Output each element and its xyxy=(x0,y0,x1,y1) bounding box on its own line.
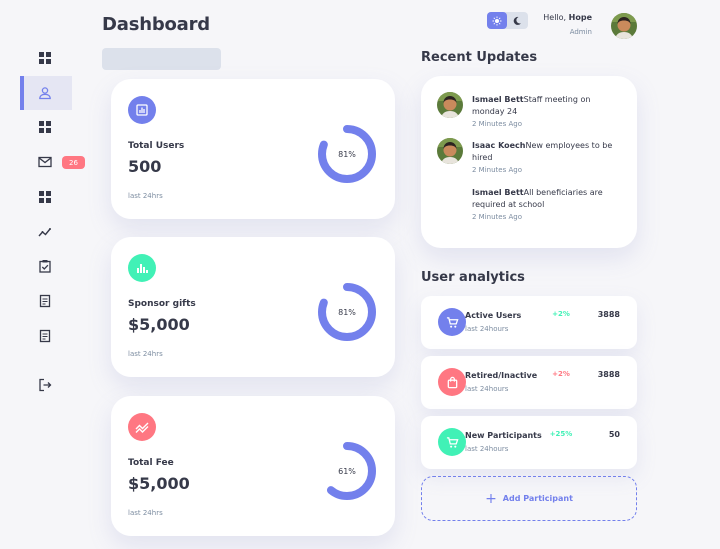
analytics-value: 3888 xyxy=(597,310,620,319)
recent-updates-panel: Ismael BettStaff meeting on monday 24 2 … xyxy=(421,76,637,248)
sidebar-item-grid-2[interactable] xyxy=(20,110,72,144)
update-text: Ismael BettStaff meeting on monday 24 xyxy=(472,94,622,118)
cart-icon xyxy=(438,428,466,456)
stat-period: last 24hrs xyxy=(128,509,163,517)
logout-icon xyxy=(39,378,52,392)
sidebar-item-reports[interactable] xyxy=(20,284,72,318)
stat-label: Total Users xyxy=(128,141,185,151)
analytics-change: +25% xyxy=(549,430,573,438)
stat-value: 500 xyxy=(128,157,162,176)
person-icon xyxy=(39,87,51,100)
sidebar-item-logout[interactable] xyxy=(20,368,72,402)
bag-icon xyxy=(438,368,466,396)
user-analytics-title: User analytics xyxy=(421,270,525,285)
analytics-change: +2% xyxy=(552,370,570,378)
grid-icon xyxy=(39,52,51,64)
analytics-period: last 24hours xyxy=(465,385,509,393)
theme-toggle[interactable] xyxy=(487,12,528,29)
avatar[interactable] xyxy=(611,13,637,39)
analytics-period: last 24hours xyxy=(465,445,509,453)
stat-period: last 24hrs xyxy=(128,350,163,358)
user-name: Hope xyxy=(568,13,592,22)
stat-label: Sponsor gifts xyxy=(128,299,196,309)
recent-updates-title: Recent Updates xyxy=(421,50,538,65)
avatar xyxy=(437,92,463,118)
clipboard-check-icon xyxy=(39,260,51,273)
progress-percent: 81% xyxy=(338,149,356,159)
grid-icon xyxy=(39,191,51,203)
report-icon xyxy=(39,294,51,308)
update-text: Ismael BettAll beneficiaries are require… xyxy=(472,187,622,211)
cart-icon xyxy=(438,308,466,336)
moon-icon[interactable] xyxy=(507,12,527,29)
analytics-value: 3888 xyxy=(597,370,620,379)
analytics-name: New Participants xyxy=(465,431,542,440)
sidebar-item-documents[interactable] xyxy=(20,319,72,353)
analytics-item-active-users[interactable]: Active Users last 24hours +2% 3888 xyxy=(421,296,637,349)
update-time: 2 Minutes Ago xyxy=(472,120,522,128)
update-author: Ismael Bett xyxy=(472,188,524,197)
insights-icon xyxy=(38,228,51,237)
update-author: Isaac Koech xyxy=(472,141,526,150)
progress-percent: 61% xyxy=(338,466,356,476)
analytics-name: Active Users xyxy=(465,311,522,320)
sidebar-item-dashboard[interactable] xyxy=(20,41,72,75)
sidebar: 26 xyxy=(0,0,96,549)
progress-percent: 81% xyxy=(338,307,356,317)
grid-icon xyxy=(39,121,51,133)
date-input[interactable] xyxy=(102,48,221,70)
stat-value: $5,000 xyxy=(128,315,190,334)
user-role: Admin xyxy=(569,28,592,36)
sidebar-item-grid-3[interactable] xyxy=(20,180,72,214)
sidebar-item-tasks[interactable] xyxy=(20,249,72,283)
analytics-name: Retired/Inactive xyxy=(465,371,538,380)
analytics-change: +2% xyxy=(552,310,570,318)
sidebar-item-users[interactable] xyxy=(20,76,72,110)
stat-card-total-fee: Total Fee $5,000 last 24hrs 61% xyxy=(111,396,395,536)
stat-period: last 24hrs xyxy=(128,192,163,200)
bar-chart-icon xyxy=(128,96,156,124)
update-text: Isaac KoechNew employees to be hired xyxy=(472,140,622,164)
update-time: 2 Minutes Ago xyxy=(472,166,522,174)
update-time: 2 Minutes Ago xyxy=(472,213,522,221)
mail-icon xyxy=(38,156,52,168)
stat-value: $5,000 xyxy=(128,474,190,493)
analytics-item-new-participants[interactable]: New Participants last 24hours +25% 50 xyxy=(421,416,637,469)
stat-card-total-users: Total Users 500 last 24hrs 81% xyxy=(111,79,395,219)
page-title: Dashboard xyxy=(102,14,210,35)
analytics-item-retired[interactable]: Retired/Inactive last 24hours +2% 3888 xyxy=(421,356,637,409)
user-greeting: Hello, Hope xyxy=(530,13,592,22)
messages-count-badge: 26 xyxy=(62,156,85,169)
update-author: Ismael Bett xyxy=(472,95,524,104)
report-icon xyxy=(39,329,51,343)
plus-icon: + xyxy=(485,490,497,507)
stats-icon xyxy=(128,254,156,282)
sun-icon[interactable] xyxy=(487,12,507,29)
trending-icon xyxy=(128,413,156,441)
analytics-period: last 24hours xyxy=(465,325,509,333)
add-participant-label: Add Participant xyxy=(502,494,573,503)
analytics-value: 50 xyxy=(608,430,620,439)
stat-card-sponsor-gifts: Sponsor gifts $5,000 last 24hrs 81% xyxy=(111,237,395,377)
avatar xyxy=(437,138,463,164)
add-participant-button[interactable]: + Add Participant xyxy=(421,476,637,521)
sidebar-item-messages[interactable]: 26 xyxy=(20,145,85,179)
stat-label: Total Fee xyxy=(128,458,174,468)
sidebar-item-analytics[interactable] xyxy=(20,215,72,249)
greeting-prefix: Hello, xyxy=(543,13,567,22)
